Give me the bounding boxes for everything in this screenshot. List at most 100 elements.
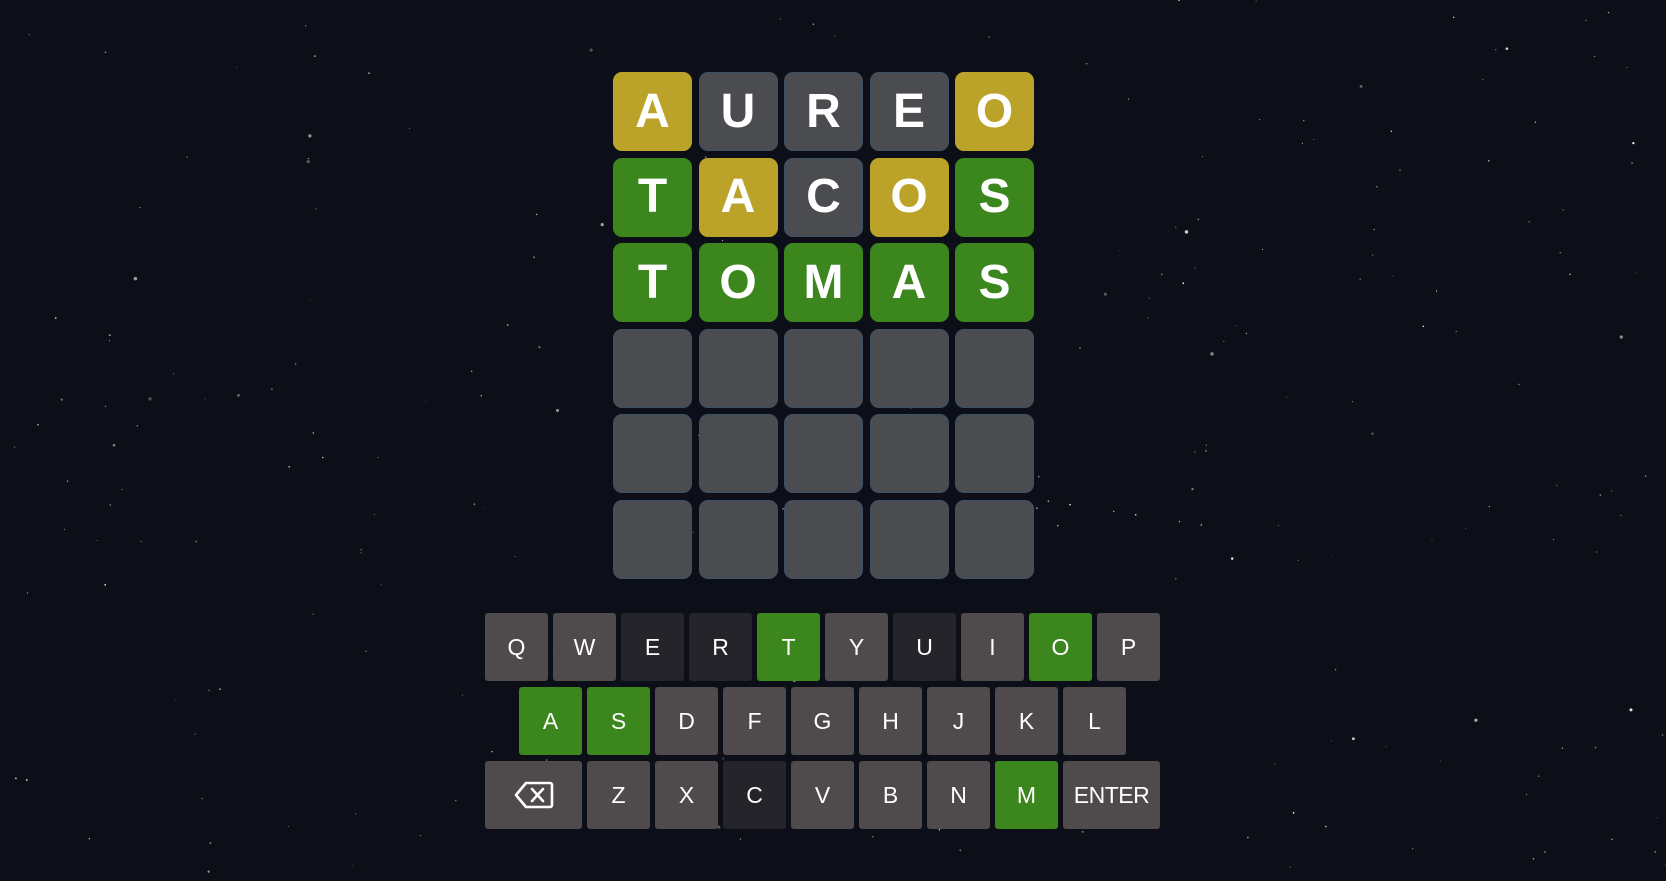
- key-t[interactable]: T: [757, 613, 820, 681]
- star: [1301, 142, 1303, 144]
- keyboard-row-3: Z X C V B N M ENTER: [485, 761, 1163, 829]
- key-m[interactable]: M: [995, 761, 1058, 829]
- key-p[interactable]: P: [1097, 613, 1160, 681]
- star: [148, 397, 152, 401]
- key-k[interactable]: K: [995, 687, 1058, 755]
- star: [1518, 383, 1520, 386]
- key-a[interactable]: A: [519, 687, 582, 755]
- star: [834, 35, 836, 37]
- star: [484, 508, 486, 510]
- star: [1585, 19, 1587, 22]
- star: [1569, 273, 1571, 276]
- star: [310, 299, 312, 301]
- star: [1631, 162, 1633, 164]
- star: [872, 836, 874, 838]
- key-enter[interactable]: ENTER: [1063, 761, 1160, 829]
- key-e[interactable]: E: [621, 613, 684, 681]
- star: [305, 25, 307, 27]
- star: [1259, 119, 1261, 120]
- star: [739, 838, 741, 840]
- star: [812, 23, 815, 25]
- star: [1599, 494, 1602, 496]
- key-c[interactable]: C: [723, 761, 786, 829]
- star: [104, 405, 107, 408]
- key-l[interactable]: L: [1063, 687, 1126, 755]
- star: [455, 800, 457, 802]
- star: [140, 540, 142, 543]
- star: [380, 584, 382, 586]
- star: [1184, 230, 1189, 234]
- star: [219, 688, 221, 690]
- star: [13, 446, 16, 448]
- on-screen-keyboard: QWERTYUIOP ASDFGHJKL Z X C V B N M ENTER: [485, 613, 1163, 835]
- star: [1371, 432, 1374, 436]
- star: [1245, 332, 1248, 335]
- key-q[interactable]: Q: [485, 613, 548, 681]
- star: [988, 36, 990, 38]
- star: [480, 395, 482, 397]
- board-tile-r3-c1: T: [613, 243, 692, 322]
- star: [1359, 278, 1361, 280]
- star: [1632, 141, 1635, 145]
- star: [208, 689, 210, 692]
- key-x[interactable]: X: [655, 761, 718, 829]
- star: [1644, 475, 1647, 477]
- star: [1118, 249, 1120, 251]
- board-tile-r6-c1: [613, 499, 692, 579]
- star: [15, 777, 17, 780]
- star: [109, 504, 111, 506]
- key-v[interactable]: V: [791, 761, 854, 829]
- star: [139, 206, 141, 208]
- star: [1128, 98, 1130, 100]
- star: [365, 650, 367, 653]
- star: [1103, 292, 1107, 296]
- star: [409, 127, 411, 129]
- key-i[interactable]: I: [961, 613, 1024, 681]
- star: [959, 849, 961, 851]
- keyboard-row-2: ASDFGHJKL: [485, 687, 1163, 755]
- key-u[interactable]: U: [893, 613, 956, 681]
- star: [1178, 0, 1180, 2]
- key-w[interactable]: W: [553, 613, 616, 681]
- star: [271, 388, 273, 390]
- star: [1201, 156, 1203, 158]
- board-tile-r5-c2: [698, 414, 778, 493]
- key-r[interactable]: R: [689, 613, 752, 681]
- star: [1303, 119, 1305, 122]
- key-z[interactable]: Z: [587, 761, 650, 829]
- key-d[interactable]: D: [655, 687, 718, 755]
- star: [209, 842, 212, 845]
- star: [207, 870, 210, 873]
- star: [1277, 524, 1280, 527]
- star: [1205, 444, 1207, 446]
- key-y[interactable]: Y: [825, 613, 888, 681]
- star: [1559, 251, 1562, 254]
- board-tile-r4-c1: [613, 328, 692, 408]
- star: [1247, 836, 1249, 839]
- star: [54, 317, 57, 319]
- guess-board: AUREOTACOSTOMAS: [613, 72, 1034, 579]
- star: [174, 698, 176, 700]
- star: [1210, 352, 1214, 356]
- board-tile-r1-c2: U: [698, 72, 778, 151]
- board-tile-r4-c2: [698, 328, 778, 408]
- star: [355, 813, 357, 815]
- star: [173, 373, 175, 375]
- star: [315, 208, 318, 210]
- game-screen: AUREOTACOSTOMAS QWERTYUIOP ASDFGHJKL ZXC…: [0, 0, 1666, 881]
- key-s[interactable]: S: [587, 687, 650, 755]
- key-h[interactable]: H: [859, 687, 922, 755]
- key-n[interactable]: N: [927, 761, 990, 829]
- star: [1086, 63, 1088, 65]
- key-backspace[interactable]: [485, 761, 582, 829]
- key-g[interactable]: G: [791, 687, 854, 755]
- star: [288, 826, 290, 827]
- star: [108, 334, 111, 336]
- key-o[interactable]: O: [1029, 613, 1092, 681]
- star: [1273, 763, 1276, 765]
- star: [306, 159, 310, 164]
- key-f[interactable]: F: [723, 687, 786, 755]
- star: [1069, 503, 1071, 506]
- key-j[interactable]: J: [927, 687, 990, 755]
- key-b[interactable]: B: [859, 761, 922, 829]
